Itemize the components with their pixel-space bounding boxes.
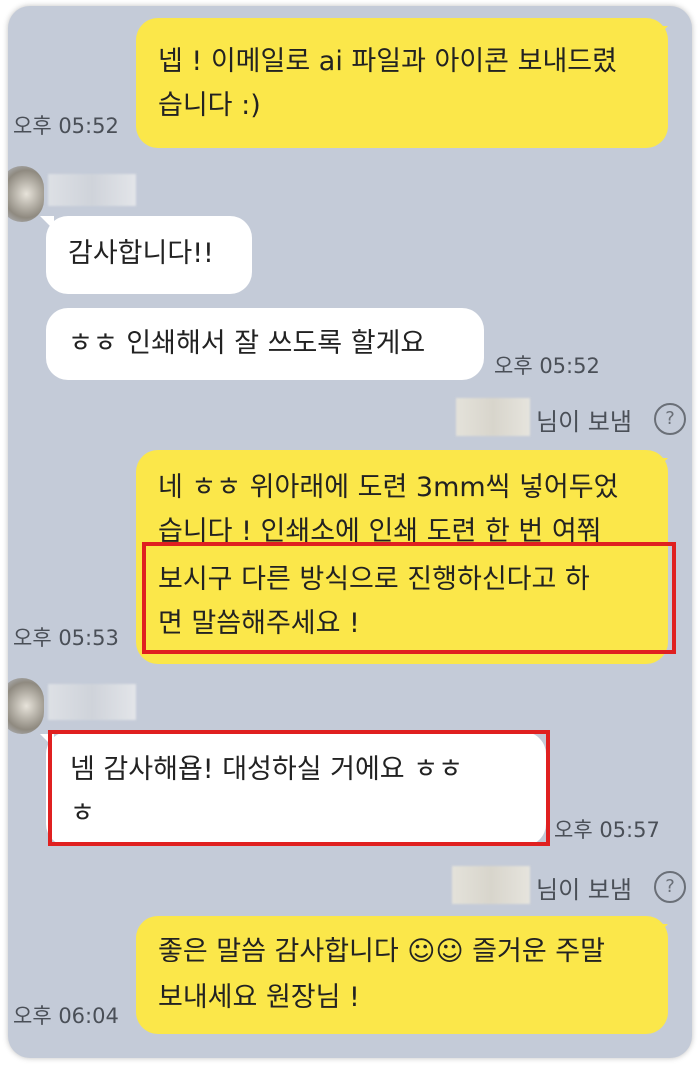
sender-name-blurred — [456, 398, 530, 436]
sent-by-label: 님이 보냄 — [536, 876, 632, 904]
help-icon[interactable]: ? — [654, 871, 686, 903]
my-message-bubble[interactable]: 넵 ! 이메일로 ai 파일과 아이콘 보내드렸 습니다 :) — [136, 18, 668, 148]
contact-avatar[interactable] — [8, 678, 44, 734]
message-line: 넵 ! 이메일로 ai 파일과 아이콘 보내드렸 — [158, 46, 617, 77]
message-line: ㅎㅎ 인쇄해서 잘 쓰도록 할게요 — [68, 328, 426, 359]
contact-avatar[interactable] — [8, 166, 44, 222]
message-time: 오후 05:52 — [494, 354, 600, 378]
message-time: 오후 05:52 — [13, 114, 119, 138]
help-icon[interactable]: ? — [654, 403, 686, 435]
message-line: 보내세요 원장님 ! — [158, 982, 360, 1013]
highlight-box — [142, 542, 676, 654]
their-message-bubble[interactable]: 감사합니다!! — [46, 216, 252, 294]
contact-name-blurred — [48, 174, 136, 206]
message-time: 오후 06:04 — [13, 1004, 119, 1028]
contact-name-blurred — [48, 684, 136, 720]
chat-window: 오후 05:52 넵 ! 이메일로 ai 파일과 아이콘 보내드렸 습니다 :)… — [8, 6, 692, 1058]
my-message-bubble[interactable]: 좋은 말씀 감사합니다 ☺☺ 즐거운 주말 보내세요 원장님 ! — [136, 916, 668, 1034]
message-line: 좋은 말씀 감사합니다 ☺☺ 즐거운 주말 — [158, 936, 605, 967]
message-time: 오후 05:57 — [554, 818, 660, 842]
message-line: 네 ㅎㅎ 위아래에 도련 3mm씩 넣어두었 — [158, 472, 619, 503]
sender-name-blurred — [452, 866, 530, 904]
sent-by-label: 님이 보냄 — [536, 408, 632, 436]
message-line: 감사합니다!! — [68, 238, 214, 269]
message-time: 오후 05:53 — [13, 626, 119, 650]
highlight-box — [48, 730, 550, 846]
their-message-bubble[interactable]: ㅎㅎ 인쇄해서 잘 쓰도록 할게요 — [46, 308, 484, 380]
message-line: 습니다 :) — [158, 90, 261, 121]
